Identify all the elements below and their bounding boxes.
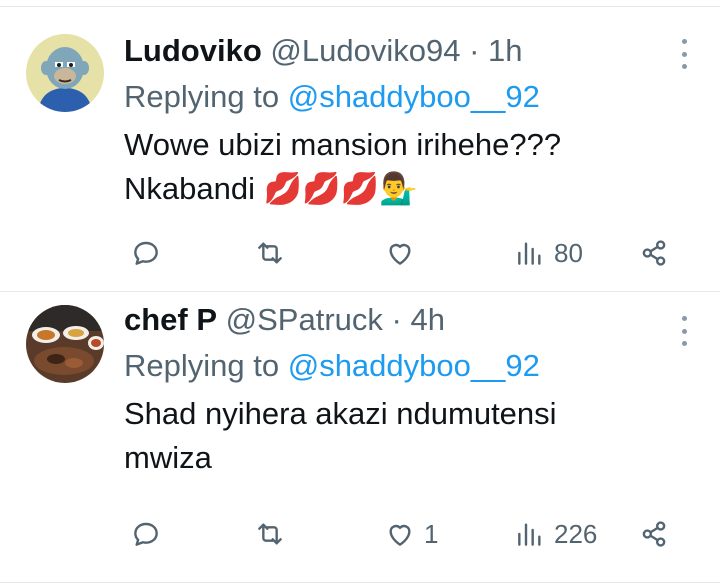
tweet-text-line: Shad nyihera akazi ndumutensi <box>124 396 557 431</box>
action-bar: 1 226 <box>0 518 720 558</box>
views-button[interactable]: 226 <box>514 518 597 550</box>
views-icon <box>518 242 541 265</box>
replying-to: Replying to @shaddyboo__92 <box>124 77 690 117</box>
share-icon <box>642 521 666 547</box>
tweet-text-line: Wowe ubizi mansion irihehe??? <box>124 127 562 162</box>
tweet-text-line: mwiza <box>124 440 212 475</box>
tweet-text: Shad nyihera akazi ndumutensi mwiza <box>124 392 690 480</box>
heart-icon <box>389 524 411 546</box>
mention-link[interactable]: @shaddyboo__92 <box>288 348 540 383</box>
like-button[interactable] <box>384 237 424 269</box>
top-divider <box>0 0 720 7</box>
reply-button[interactable] <box>130 518 170 550</box>
retweet-button[interactable] <box>254 518 294 550</box>
view-count: 226 <box>554 518 598 549</box>
user-handle[interactable]: @SPatruck <box>226 302 383 337</box>
heart-icon <box>389 243 411 265</box>
mention-link[interactable]: @shaddyboo__92 <box>288 79 540 114</box>
separator: · <box>391 302 402 337</box>
reply-icon <box>134 241 158 265</box>
display-name[interactable]: chef P <box>124 302 217 337</box>
like-count: 1 <box>424 518 439 549</box>
tweet-text: Wowe ubizi mansion irihehe??? Nkabandi 💋… <box>124 123 690 211</box>
tweet-content: Ludoviko @Ludoviko94 · 1h Replying to @s… <box>124 31 690 211</box>
avatar[interactable] <box>26 34 104 112</box>
view-count: 80 <box>554 237 583 268</box>
share-icon <box>642 240 666 266</box>
replying-to-label: Replying to <box>124 348 280 383</box>
food-avatar-icon <box>26 305 104 383</box>
user-handle[interactable]: @Ludoviko94 <box>270 33 460 68</box>
display-name[interactable]: Ludoviko <box>124 33 262 68</box>
avatar[interactable] <box>26 305 104 383</box>
views-button[interactable]: 80 <box>514 237 583 269</box>
action-bar: 80 <box>0 237 720 277</box>
ape-avatar-icon <box>26 34 104 112</box>
timestamp[interactable]: 1h <box>488 33 522 68</box>
timestamp[interactable]: 4h <box>410 302 444 337</box>
reply-button[interactable] <box>130 237 170 269</box>
separator: · <box>469 33 480 68</box>
views-icon <box>518 523 541 546</box>
replying-to-label: Replying to <box>124 79 280 114</box>
tweet-reply[interactable]: chef P @SPatruck · 4h Replying to @shadd… <box>0 292 720 583</box>
share-button[interactable] <box>638 518 670 550</box>
tweet-reply[interactable]: Ludoviko @Ludoviko94 · 1h Replying to @s… <box>0 7 720 292</box>
tweet-header: chef P @SPatruck · 4h <box>124 300 690 340</box>
replying-to: Replying to @shaddyboo__92 <box>124 346 690 386</box>
tweet-header: Ludoviko @Ludoviko94 · 1h <box>124 31 690 71</box>
tweet-text-line: Nkabandi 💋💋💋💁‍♂️ <box>124 171 418 206</box>
retweet-button[interactable] <box>254 237 294 269</box>
retweet-icon <box>258 523 282 545</box>
retweet-icon <box>258 242 282 264</box>
reply-icon <box>134 522 158 546</box>
share-button[interactable] <box>638 237 670 269</box>
tweet-content: chef P @SPatruck · 4h Replying to @shadd… <box>124 300 690 480</box>
like-button[interactable]: 1 <box>384 518 438 550</box>
more-options-icon[interactable] <box>678 316 690 346</box>
